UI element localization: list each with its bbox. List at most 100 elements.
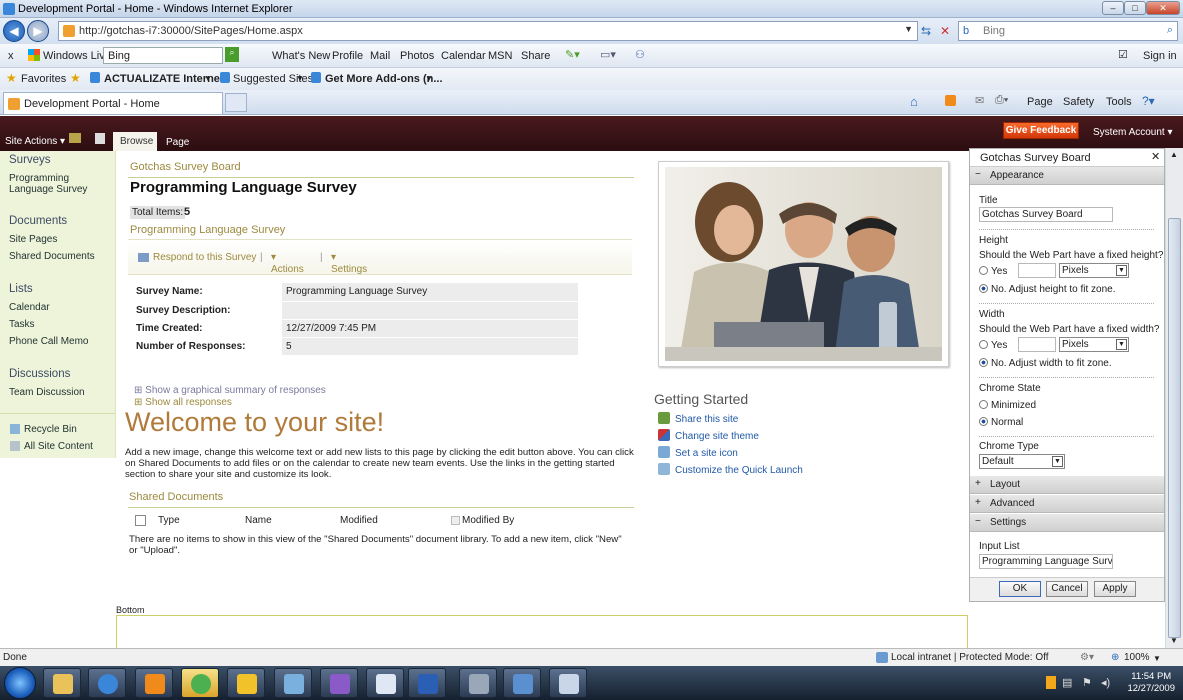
ql-item-shared-documents[interactable]: Shared Documents	[9, 251, 95, 262]
ql-recycle-bin[interactable]: Recycle Bin	[24, 424, 77, 435]
tools-menu[interactable]: Tools	[1106, 96, 1132, 108]
wl-link-msn[interactable]: MSN	[488, 50, 512, 62]
scroll-down-icon[interactable]: ▼	[1170, 636, 1178, 645]
wl-search-icon[interactable]: ⌕	[225, 47, 239, 62]
forward-arrow-icon[interactable]: ▶	[27, 20, 49, 42]
refresh-icon[interactable]: ⇆	[921, 24, 931, 38]
minimize-button[interactable]: –	[1102, 1, 1124, 15]
protected-mode-icon[interactable]: ⚙▾	[1080, 652, 1094, 663]
home-icon[interactable]: ⌂	[910, 94, 918, 109]
tab-browse[interactable]: Browse	[113, 132, 157, 151]
zoom-level[interactable]: 100%	[1124, 652, 1150, 663]
width-yes-radio[interactable]: Yes	[979, 340, 1007, 351]
maximize-button[interactable]: □	[1124, 1, 1146, 15]
tray-network-icon[interactable]: ▤	[1062, 676, 1072, 689]
title-input[interactable]: Gotchas Survey Board	[979, 207, 1113, 222]
ql-item-site-pages[interactable]: Site Pages	[9, 234, 57, 245]
site-icon-link[interactable]: Set a site icon	[658, 446, 738, 459]
rss-icon[interactable]	[945, 95, 956, 106]
wl-messenger-icon[interactable]: ⚇	[635, 48, 645, 61]
share-site-link[interactable]: Share this site	[658, 412, 738, 425]
close-icon[interactable]: ✕	[1151, 150, 1160, 163]
select-all-checkbox[interactable]	[135, 515, 146, 526]
chevron-down-icon[interactable]: ▼	[296, 74, 304, 83]
give-feedback-button[interactable]: Give Feedback	[1003, 122, 1079, 139]
apply-button[interactable]: Apply	[1094, 581, 1136, 597]
actions-label[interactable]: Actions	[271, 264, 304, 275]
zone-text[interactable]: Local intranet | Protected Mode: Off	[891, 652, 1049, 663]
close-toolbar-icon[interactable]: x	[8, 50, 14, 62]
wl-link-profile[interactable]: Profile	[332, 50, 363, 62]
search-input[interactable]: b Bing ⌕	[958, 21, 1178, 41]
width-unit-select[interactable]: Pixels ▼	[1059, 337, 1129, 352]
navigate-up-icon[interactable]	[69, 133, 81, 143]
tray-icon[interactable]	[1046, 676, 1056, 689]
width-no-radio[interactable]: No. Adjust width to fit zone.	[979, 358, 1112, 369]
input-list-field[interactable]: Programming Language Survey	[979, 554, 1113, 569]
taskbar-media[interactable]	[135, 668, 173, 698]
search-icon[interactable]: ⌕	[1167, 24, 1173, 37]
respond-button[interactable]: Respond to this Survey	[153, 252, 256, 263]
safety-menu[interactable]: Safety	[1063, 96, 1094, 108]
width-value-input[interactable]	[1018, 337, 1056, 352]
start-button[interactable]	[4, 667, 36, 699]
wl-link-whatsnew[interactable]: What's New	[272, 50, 330, 62]
taskbar-remote[interactable]	[503, 668, 541, 698]
ql-heading-discussions[interactable]: Discussions	[9, 368, 70, 380]
height-unit-select[interactable]: Pixels ▼	[1059, 263, 1129, 278]
settings-section[interactable]: − Settings	[970, 514, 1164, 532]
change-theme-link[interactable]: Change site theme	[658, 429, 759, 442]
chevron-down-icon[interactable]: ▼	[1153, 654, 1161, 663]
address-input[interactable]: http://gotchas-i7:30000/SitePages/Home.a…	[58, 21, 918, 41]
normal-radio[interactable]: Normal	[979, 417, 1023, 428]
tray-volume-icon[interactable]: ◂)	[1101, 676, 1110, 689]
col-name[interactable]: Name	[245, 515, 272, 526]
add-favorite-icon[interactable]: ★	[70, 71, 81, 85]
read-mail-icon[interactable]: ✉	[975, 94, 984, 107]
advanced-section[interactable]: + Advanced	[970, 495, 1164, 513]
zoom-icon[interactable]: ⊕	[1111, 652, 1119, 663]
tab-page[interactable]: Page	[166, 137, 189, 148]
tab-development-portal[interactable]: Development Portal - Home	[3, 92, 223, 114]
close-window-button[interactable]: ✕	[1146, 1, 1180, 15]
wl-link-share[interactable]: Share	[521, 50, 550, 62]
taskbar-visualstudio[interactable]	[320, 668, 358, 698]
taskbar-designer[interactable]	[274, 668, 312, 698]
wl-link-calendar[interactable]: Calendar	[441, 50, 486, 62]
appearance-section[interactable]: − Appearance	[970, 167, 1164, 185]
new-tab-button[interactable]	[225, 93, 247, 112]
taskbar-ie[interactable]	[88, 668, 126, 698]
chrome-type-select[interactable]: Default ▼	[979, 454, 1065, 469]
ql-all-site-content[interactable]: All Site Content	[24, 441, 93, 452]
chevron-down-icon[interactable]: ▼	[204, 74, 212, 83]
wl-window-icon[interactable]: ▭▾	[600, 48, 616, 61]
help-icon[interactable]: ?▾	[1142, 94, 1155, 108]
height-yes-radio[interactable]: Yes	[979, 266, 1007, 277]
height-no-radio[interactable]: No. Adjust height to fit zone.	[979, 284, 1116, 295]
scroll-thumb[interactable]	[1168, 218, 1181, 638]
shared-docs-title[interactable]: Shared Documents	[129, 491, 223, 503]
ql-heading-lists[interactable]: Lists	[9, 283, 33, 295]
bottom-webpart-zone[interactable]	[116, 615, 968, 648]
show-summary-link[interactable]: ⊞ Show a graphical summary of responses	[134, 385, 326, 396]
wl-checkbox-icon[interactable]: ☑	[1118, 48, 1128, 61]
taskbar-explorer[interactable]	[43, 668, 81, 698]
taskbar-tools[interactable]	[459, 668, 497, 698]
scroll-up-icon[interactable]: ▲	[1170, 150, 1178, 159]
system-account-menu[interactable]: System Account ▾	[1093, 127, 1173, 138]
page-scrollbar[interactable]: ▲ ▼	[1165, 148, 1183, 648]
ql-item-survey[interactable]: Programming Language Survey	[9, 173, 114, 195]
height-value-input[interactable]	[1018, 263, 1056, 278]
ql-heading-surveys[interactable]: Surveys	[9, 154, 51, 166]
sign-in-link[interactable]: Sign in	[1143, 50, 1177, 62]
taskbar-word[interactable]	[408, 668, 446, 698]
ql-item-phone-memo[interactable]: Phone Call Memo	[9, 336, 88, 347]
address-dropdown-icon[interactable]: ▼	[904, 24, 913, 34]
taskbar-paint[interactable]	[549, 668, 587, 698]
col-type[interactable]: Type	[158, 515, 180, 526]
taskbar-messenger[interactable]	[181, 668, 219, 698]
ql-item-tasks[interactable]: Tasks	[9, 319, 35, 330]
tray-flag-icon[interactable]: ⚑	[1082, 676, 1092, 689]
col-modified-by[interactable]: Modified By	[462, 515, 514, 526]
col-modified[interactable]: Modified	[340, 515, 378, 526]
